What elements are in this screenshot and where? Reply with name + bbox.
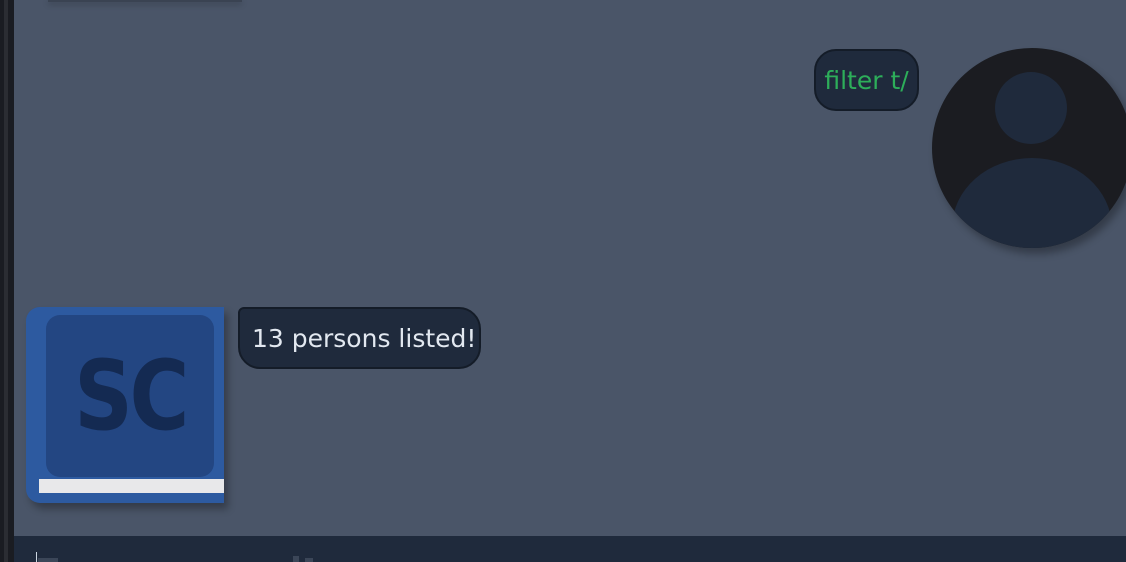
chat-window: filter t/ SC 13 persons listed! [0, 0, 1126, 562]
book-logo-text: SC [74, 340, 189, 452]
chat-message-list[interactable]: filter t/ SC 13 persons listed! [14, 0, 1126, 536]
previous-message-edge [48, 0, 242, 2]
book-logo-icon: SC [26, 307, 224, 503]
user-message-bubble: filter t/ [814, 49, 919, 111]
book-pages-strip [39, 479, 224, 493]
input-glyph-fragment [293, 556, 299, 562]
user-avatar-icon [932, 48, 1126, 248]
avatar-body-shape [952, 158, 1112, 248]
command-input[interactable] [14, 536, 1126, 562]
bot-message-text: 13 persons listed! [252, 323, 477, 353]
window-left-border [0, 0, 14, 562]
bot-message-bubble: 13 persons listed! [238, 307, 481, 369]
avatar-head-shape [995, 72, 1067, 144]
user-message-text: filter t/ [824, 65, 909, 95]
input-glyph-fragment [305, 558, 313, 562]
input-glyph-fragment [38, 558, 58, 562]
text-caret [36, 552, 37, 562]
